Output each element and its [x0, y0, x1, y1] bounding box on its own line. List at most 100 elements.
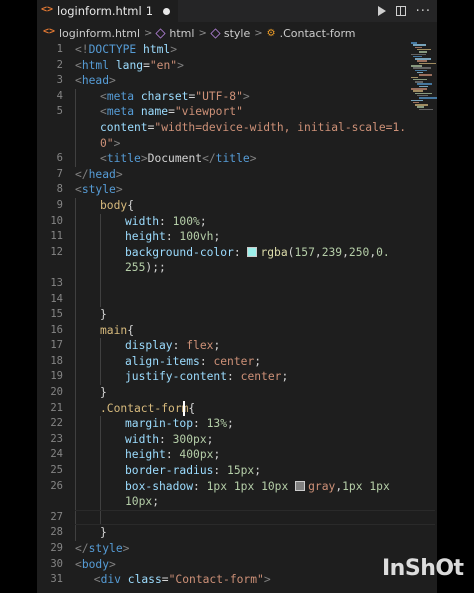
code-token: } [100, 308, 107, 322]
code-line[interactable]: <body> [75, 557, 435, 573]
indent-guide [100, 213, 101, 230]
line-number: 12 [50, 245, 63, 258]
code-token: html [143, 43, 171, 56]
code-line[interactable]: } [75, 525, 435, 541]
editor-actions: ··· [377, 0, 431, 22]
minimap-line [413, 90, 423, 92]
split-editor-icon[interactable] [395, 6, 406, 16]
code-line[interactable]: width: 300px; [75, 431, 435, 448]
code-token: : [193, 479, 207, 493]
code-line[interactable] [75, 275, 435, 292]
code-token: style [81, 183, 116, 197]
code-token: , [342, 245, 349, 259]
code-token: < [75, 58, 82, 72]
line-number: 11 [50, 230, 63, 243]
breadcrumb-html[interactable]: html [169, 27, 194, 40]
minimap-line [419, 62, 436, 65]
code-line[interactable]: 0"> [75, 135, 435, 152]
minimap-line [413, 44, 426, 46]
tab-loginform[interactable]: loginform.html 1 [37, 0, 179, 22]
code-token: > [115, 167, 123, 181]
code-area[interactable]: <!DOCTYPE html> <html lang="en"> <head> <me… [75, 42, 435, 588]
code-token: = [143, 58, 150, 72]
text-cursor-icon [183, 400, 185, 416]
color-swatch-icon[interactable] [295, 481, 306, 492]
code-line[interactable]: body{ [75, 197, 435, 214]
code-line[interactable]: <div class="Contact-form"> [75, 572, 435, 588]
indent-guide [100, 275, 101, 292]
code-line[interactable]: content="width=device-width, initial-sca… [75, 119, 435, 136]
line-number: 15 [50, 308, 63, 321]
indent-guide [75, 338, 76, 354]
code-line[interactable]: box-shadow: 1px 1px 10px gray,1px 1px [75, 478, 435, 495]
more-actions-icon[interactable]: ··· [416, 4, 431, 19]
code-line[interactable]: border-radius: 15px; [75, 463, 435, 479]
indent-guide [100, 229, 101, 245]
indent-guide [75, 416, 76, 432]
code-token: 1px [342, 479, 363, 493]
code-line[interactable]: } [75, 385, 435, 401]
line-number [37, 136, 67, 152]
code-line[interactable] [75, 509, 435, 526]
minimap-line [415, 104, 428, 106]
code-line[interactable]: margin-top: 13%; [75, 416, 435, 432]
code-line[interactable]: display: flex; [75, 338, 435, 354]
code-line[interactable]: align-items: center; [75, 353, 435, 370]
minimap-line [417, 60, 427, 62]
code-line[interactable]: height: 400px; [75, 447, 435, 464]
line-number: 16 [50, 323, 63, 336]
unsaved-dot-icon[interactable] [163, 7, 171, 15]
code-line[interactable]: 10px; [75, 494, 435, 510]
code-token: : [213, 464, 228, 478]
color-swatch-icon[interactable] [247, 247, 258, 258]
minimap-line [417, 106, 424, 108]
code-token: < [75, 183, 82, 197]
code-token: body [81, 557, 110, 571]
line-number: 2 [56, 58, 63, 71]
code-line[interactable]: <!DOCTYPE html> [75, 42, 435, 58]
code-line[interactable]: </head> [75, 167, 435, 183]
minimap-line [417, 71, 423, 74]
code-line[interactable]: background-color: rgba(157,239,250,0. [75, 244, 435, 261]
code-line[interactable]: main{ [75, 322, 435, 339]
code-line[interactable]: <html lang="en"> [75, 58, 435, 74]
minimap[interactable] [411, 42, 437, 112]
code-line[interactable]: } [75, 307, 435, 323]
run-icon[interactable] [377, 6, 386, 16]
code-line[interactable]: <meta name="viewport" [75, 104, 435, 120]
code-line[interactable]: justify-content: center; [75, 369, 435, 386]
code-line[interactable]: <title>Document</title> [75, 151, 435, 167]
code-token: ; [206, 432, 214, 446]
breadcrumb-selector[interactable]: .Contact-form [280, 27, 356, 40]
line-number: 18 [50, 354, 63, 367]
code-line[interactable]: <head> [75, 73, 435, 89]
code-token: : [193, 417, 207, 431]
code-line[interactable]: <meta charset="UTF-8"> [75, 88, 435, 105]
code-token: <! [75, 43, 89, 56]
indent-guide [75, 197, 76, 214]
code-token: head [88, 167, 116, 181]
code-line[interactable]: </style> [75, 541, 435, 557]
code-editor[interactable]: 1 2 3 4 5 6 7 8 9 10 11 12 13 14 15 16 17 18 19 20 21 22 23 24 2… [37, 42, 437, 593]
code-token: = [168, 105, 175, 119]
minimap-line [413, 55, 422, 58]
code-line[interactable]: height: 100vh; [75, 229, 435, 245]
minimap-line [419, 108, 433, 111]
code-token: < [93, 573, 101, 587]
breadcrumb-file[interactable]: loginform.html [59, 27, 140, 40]
code-line[interactable]: <style> [75, 182, 435, 198]
breadcrumb-style[interactable]: style [224, 27, 250, 40]
code-line[interactable] [75, 291, 435, 308]
code-line[interactable]: width: 100%; [75, 213, 435, 230]
code-token: </ [202, 152, 216, 166]
code-line[interactable]: 255);; [75, 260, 435, 276]
code-line[interactable]: .Contact-form{ [75, 400, 435, 417]
code-token: height [125, 448, 166, 462]
code-token: 157 [294, 245, 315, 259]
code-token: ; [199, 214, 207, 228]
code-token: 1px [206, 479, 228, 493]
code-token: height [125, 230, 166, 244]
